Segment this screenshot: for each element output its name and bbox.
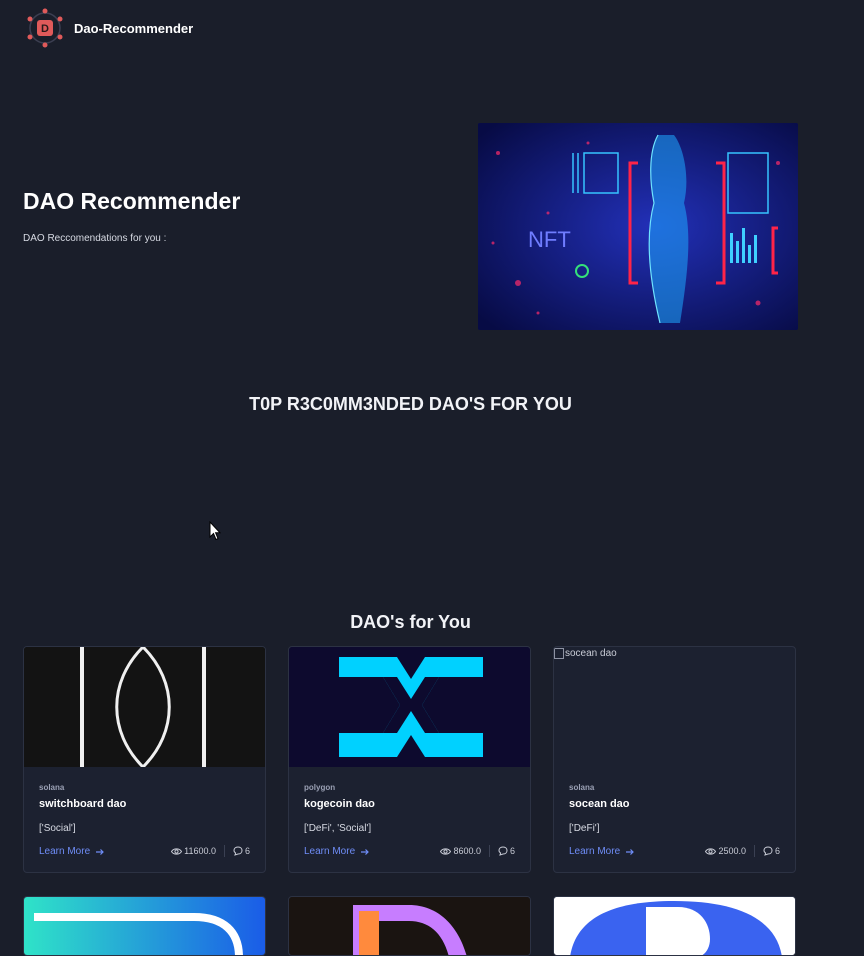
learn-more-label: Learn More <box>304 846 356 857</box>
image-alt-text: socean dao <box>565 648 617 659</box>
arrow-right-icon <box>626 848 634 855</box>
hero-title: DAO Recommender <box>23 188 241 214</box>
card-stats: 2500.0 6 <box>705 845 780 857</box>
socean-dao-image: socean dao <box>554 647 795 767</box>
card-stats: 8600.0 6 <box>440 845 515 857</box>
views-count: 8600.0 <box>453 846 481 856</box>
brand-name[interactable]: Dao-Recommender <box>74 21 193 36</box>
card-tags: ['DeFi', 'Social'] <box>304 823 372 834</box>
hero-nft-image: NFT <box>478 123 798 330</box>
comment-icon <box>233 846 243 856</box>
card-chain: polygon <box>304 783 336 792</box>
dao-card[interactable] <box>23 896 266 956</box>
daos-for-you-heading: DAO's for You <box>350 612 471 632</box>
stats-divider <box>488 845 490 857</box>
kogecoin-dao-image <box>289 647 530 767</box>
dao-card-image <box>554 897 795 955</box>
stats-divider <box>753 845 755 857</box>
dao-card-image <box>289 897 530 955</box>
views-count: 2500.0 <box>718 846 746 856</box>
arrow-right-icon <box>361 848 369 855</box>
card-chain: solana <box>39 783 65 792</box>
broken-image-alt: socean dao <box>554 648 617 659</box>
learn-more-link[interactable]: Learn More <box>569 846 635 857</box>
broken-image-icon <box>554 648 564 659</box>
dao-card[interactable] <box>553 896 796 956</box>
top-recommended-heading: T0P R3C0MM3NDED DAO'S FOR YOU <box>249 394 572 414</box>
card-chain: solana <box>569 783 595 792</box>
card-title: kogecoin dao <box>304 798 375 810</box>
eye-icon <box>705 847 717 856</box>
card-tags: ['Social'] <box>39 823 76 834</box>
navbar: D Dao-Recommender <box>24 6 193 50</box>
dao-card[interactable]: socean dao solana socean dao ['DeFi'] Le… <box>553 646 796 873</box>
comments-count: 6 <box>244 846 250 856</box>
dao-card[interactable]: polygon kogecoin dao ['DeFi', 'Social'] … <box>288 646 531 873</box>
card-title: switchboard dao <box>39 798 127 810</box>
comment-icon <box>498 846 508 856</box>
learn-more-label: Learn More <box>569 846 621 857</box>
logo-letter: D <box>41 23 49 35</box>
comments-count: 6 <box>774 846 780 856</box>
dao-card-image <box>24 897 265 955</box>
arrow-right-icon <box>96 848 104 855</box>
learn-more-label: Learn More <box>39 846 91 857</box>
eye-icon <box>171 847 183 856</box>
views-count: 11600.0 <box>184 846 216 856</box>
mouse-cursor-icon <box>209 520 222 546</box>
learn-more-link[interactable]: Learn More <box>39 846 105 857</box>
learn-more-link[interactable]: Learn More <box>304 846 370 857</box>
comment-icon <box>763 846 773 856</box>
dao-card[interactable]: solana switchboard dao ['Social'] Learn … <box>23 646 266 873</box>
hero-image-nft-text: NFT <box>528 227 571 252</box>
card-stats: 11600.0 6 <box>171 845 250 857</box>
card-tags: ['DeFi'] <box>569 823 600 834</box>
dao-card[interactable] <box>288 896 531 956</box>
eye-icon <box>440 847 452 856</box>
switchboard-dao-image <box>24 647 265 767</box>
hero-subtitle: DAO Reccomendations for you : <box>23 233 167 244</box>
stats-divider <box>223 845 225 857</box>
dao-logo-icon[interactable]: D <box>24 7 66 49</box>
card-title: socean dao <box>569 798 630 810</box>
comments-count: 6 <box>509 846 515 856</box>
